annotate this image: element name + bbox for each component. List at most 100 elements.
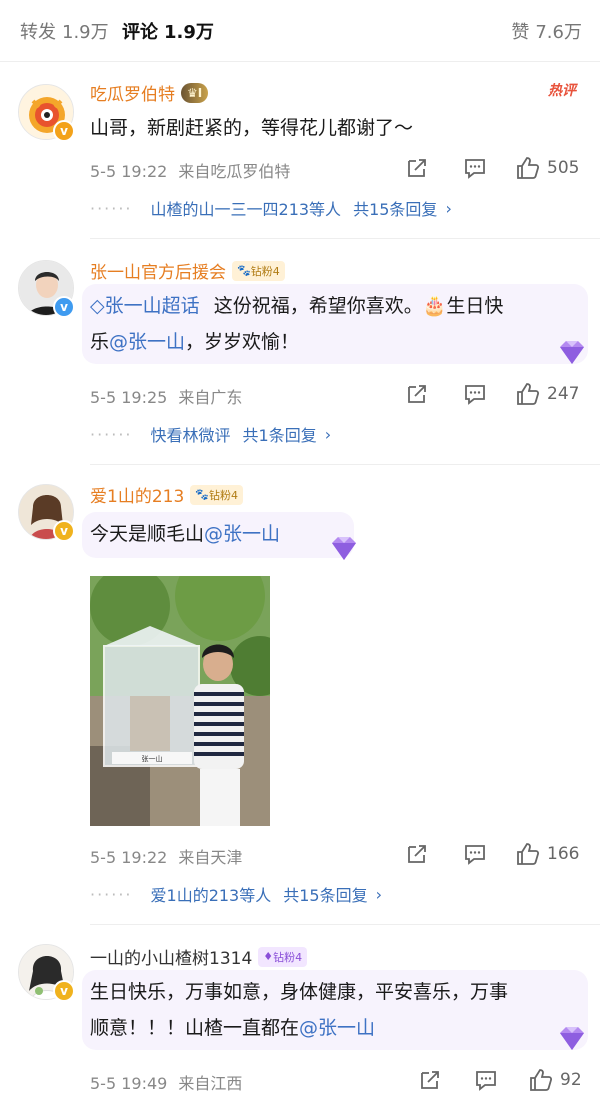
comment-time: 5-5 19:22 bbox=[90, 848, 168, 867]
comment-text: 今天是顺毛山@张一山 bbox=[90, 516, 280, 552]
comment-time: 5-5 19:25 bbox=[90, 388, 168, 407]
fan-level-badge: 🐾 钻粉4 bbox=[190, 484, 243, 505]
fan-level-badge: ♦ 钻粉4 bbox=[258, 946, 308, 967]
thumbs-up-icon bbox=[530, 1069, 553, 1091]
mention-link[interactable]: @张一山 bbox=[299, 1017, 375, 1039]
comment-text: 生日快乐，万事如意，身体健康，平安喜乐，万事 顺意！！！山楂一直都在@张一山 bbox=[90, 974, 582, 1046]
comment-text-part: ，岁岁欢愉！ bbox=[185, 331, 300, 353]
fan-level-text: 钻粉4 bbox=[250, 264, 280, 278]
comment-username[interactable]: 吃瓜罗伯特 ♛ I bbox=[90, 80, 209, 105]
comment-icon[interactable] bbox=[463, 840, 487, 868]
replies-count: 共15条回复 bbox=[353, 200, 438, 219]
comment-meta: 5-5 19:22 来自吃瓜罗伯特 bbox=[90, 158, 290, 182]
like-count: 247 bbox=[547, 384, 580, 404]
share-icon[interactable] bbox=[405, 380, 429, 408]
comment-meta: 5-5 19:25 来自广东 bbox=[90, 384, 242, 408]
like-count: 166 bbox=[547, 844, 580, 864]
share-icon[interactable] bbox=[405, 154, 429, 182]
like-count: 92 bbox=[560, 1070, 582, 1090]
comment-item: v 一山的小山楂树1314 ♦ 钻粉4 生日快乐，万事如意，身体健康，平安喜乐，万… bbox=[0, 926, 600, 1108]
tab-comment-label: 评论 bbox=[122, 22, 158, 43]
replies-link[interactable]: ······ 山楂的山一三一四213等人 共15条回复 › bbox=[90, 196, 452, 220]
tab-like-count: 7.6万 bbox=[535, 22, 582, 43]
comment-source: 来自江西 bbox=[178, 1074, 243, 1093]
comment-meta: 5-5 19:22 来自天津 bbox=[90, 844, 242, 868]
photo-case-label: 张一山 bbox=[142, 754, 163, 763]
comment-text-part: 生日快 bbox=[446, 295, 504, 317]
replies-users: 爱1山的213等人 bbox=[150, 886, 272, 905]
comment-text: 山哥，新剧赶紧的，等得花儿都谢了～ bbox=[90, 117, 414, 139]
comment-text-part: 生日快乐，万事如意，身体健康，平安喜乐，万事 bbox=[90, 981, 509, 1003]
share-icon[interactable] bbox=[405, 840, 429, 868]
comment-source: 来自吃瓜罗伯特 bbox=[178, 162, 291, 181]
verified-badge-icon: v bbox=[53, 296, 75, 318]
comment-actions: 92 bbox=[418, 1066, 588, 1094]
comment-icon[interactable] bbox=[463, 380, 487, 408]
comment-icon[interactable] bbox=[463, 154, 487, 182]
comment-actions: 166 bbox=[405, 840, 585, 868]
comment-time: 5-5 19:49 bbox=[90, 1074, 168, 1093]
comment-item: v 爱1山的213 🐾 钻粉4 今天是顺毛山@张一山 张一山 5-5 19:22… bbox=[0, 464, 600, 926]
comment-photo[interactable]: 张一山 bbox=[90, 576, 270, 826]
replies-dots: ······ bbox=[90, 198, 133, 218]
replies-users: 快看林微评 bbox=[150, 426, 231, 445]
comment-item: v 张一山官方后援会 🐾 钻粉4 ◇张一山超话 这份祝福，希望你喜欢。🎂生日快 乐… bbox=[0, 242, 600, 465]
tab-repost-count: 1.9万 bbox=[62, 22, 109, 43]
comment-text-part: 乐 bbox=[90, 331, 110, 353]
divider bbox=[90, 924, 600, 925]
comment-username[interactable]: 张一山官方后援会 🐾 钻粉4 bbox=[90, 258, 285, 283]
username-text: 吃瓜罗伯特 bbox=[90, 85, 175, 105]
chevron-right-icon: › bbox=[445, 198, 452, 218]
fan-level-badge: 🐾 钻粉4 bbox=[232, 260, 285, 281]
share-icon[interactable] bbox=[418, 1066, 442, 1094]
comment-source: 来自广东 bbox=[178, 388, 243, 407]
like-button[interactable]: 166 bbox=[515, 840, 579, 868]
replies-link[interactable]: ······ 快看林微评 共1条回复 › bbox=[90, 422, 331, 446]
username-text: 张一山官方后援会 bbox=[90, 263, 226, 283]
comment-actions: 247 bbox=[405, 380, 585, 408]
comment-item: v 吃瓜罗伯特 ♛ I 热评 山哥，新剧赶紧的，等得花儿都谢了～ 5-5 19:… bbox=[0, 62, 600, 242]
tab-repost-label: 转发 bbox=[20, 22, 56, 43]
like-button[interactable]: 247 bbox=[515, 380, 579, 408]
cake-emoji-icon: 🎂 bbox=[422, 295, 447, 317]
chevron-right-icon: › bbox=[324, 424, 332, 444]
comment-username[interactable]: 一山的小山楂树1314 ♦ 钻粉4 bbox=[90, 944, 308, 969]
replies-dots: ······ bbox=[90, 884, 133, 904]
tab-comment-count: 1.9万 bbox=[164, 22, 214, 43]
verified-badge-icon: v bbox=[53, 520, 75, 542]
tab-repost[interactable]: 转发 1.9万 bbox=[20, 18, 109, 44]
diamond-gem-icon bbox=[560, 341, 584, 364]
chevron-right-icon: › bbox=[375, 884, 383, 904]
like-button[interactable]: 505 bbox=[515, 154, 579, 182]
mention-link[interactable]: @张一山 bbox=[109, 331, 185, 353]
like-count: 505 bbox=[547, 158, 580, 178]
comment-icon[interactable] bbox=[474, 1066, 498, 1094]
fan-level-text: 钻粉4 bbox=[273, 950, 303, 964]
divider bbox=[90, 238, 600, 239]
comment-username[interactable]: 爱1山的213 🐾 钻粉4 bbox=[90, 482, 243, 507]
comment-text-part: 今天是顺毛山 bbox=[90, 523, 205, 545]
crown-level-text: I bbox=[197, 85, 203, 100]
tab-like[interactable]: 赞 7.6万 bbox=[511, 18, 582, 44]
thumbs-up-icon bbox=[517, 843, 540, 865]
comment-meta: 5-5 19:49 来自江西 bbox=[90, 1070, 242, 1094]
diamond-gem-icon bbox=[560, 1027, 584, 1050]
username-text: 一山的小山楂树1314 bbox=[90, 949, 253, 969]
comment-text-part: 这份祝福，希望你喜欢。 bbox=[213, 295, 423, 317]
comment-text: ◇张一山超话 这份祝福，希望你喜欢。🎂生日快 乐@张一山，岁岁欢愉！ bbox=[90, 288, 580, 360]
mention-link[interactable]: @张一山 bbox=[204, 523, 280, 545]
verified-badge-icon: v bbox=[53, 980, 75, 1002]
replies-link[interactable]: ······ 爱1山的213等人 共15条回复 › bbox=[90, 882, 382, 906]
verified-badge-icon: v bbox=[53, 120, 75, 142]
tab-comment[interactable]: 评论 1.9万 bbox=[122, 18, 214, 44]
replies-dots: ······ bbox=[90, 424, 133, 444]
hot-comment-badge: 热评 bbox=[548, 83, 576, 99]
comment-tab-bar: 转发 1.9万 评论 1.9万 赞 7.6万 bbox=[0, 0, 600, 62]
comment-actions: 505 bbox=[405, 154, 585, 182]
topic-link[interactable]: ◇张一山超话 bbox=[90, 295, 200, 317]
crown-level-badge: ♛ I bbox=[181, 82, 209, 103]
replies-users: 山楂的山一三一四213等人 bbox=[150, 200, 342, 219]
like-button[interactable]: 92 bbox=[528, 1066, 582, 1094]
tab-like-label: 赞 bbox=[511, 22, 530, 43]
replies-count: 共1条回复 bbox=[242, 426, 317, 445]
